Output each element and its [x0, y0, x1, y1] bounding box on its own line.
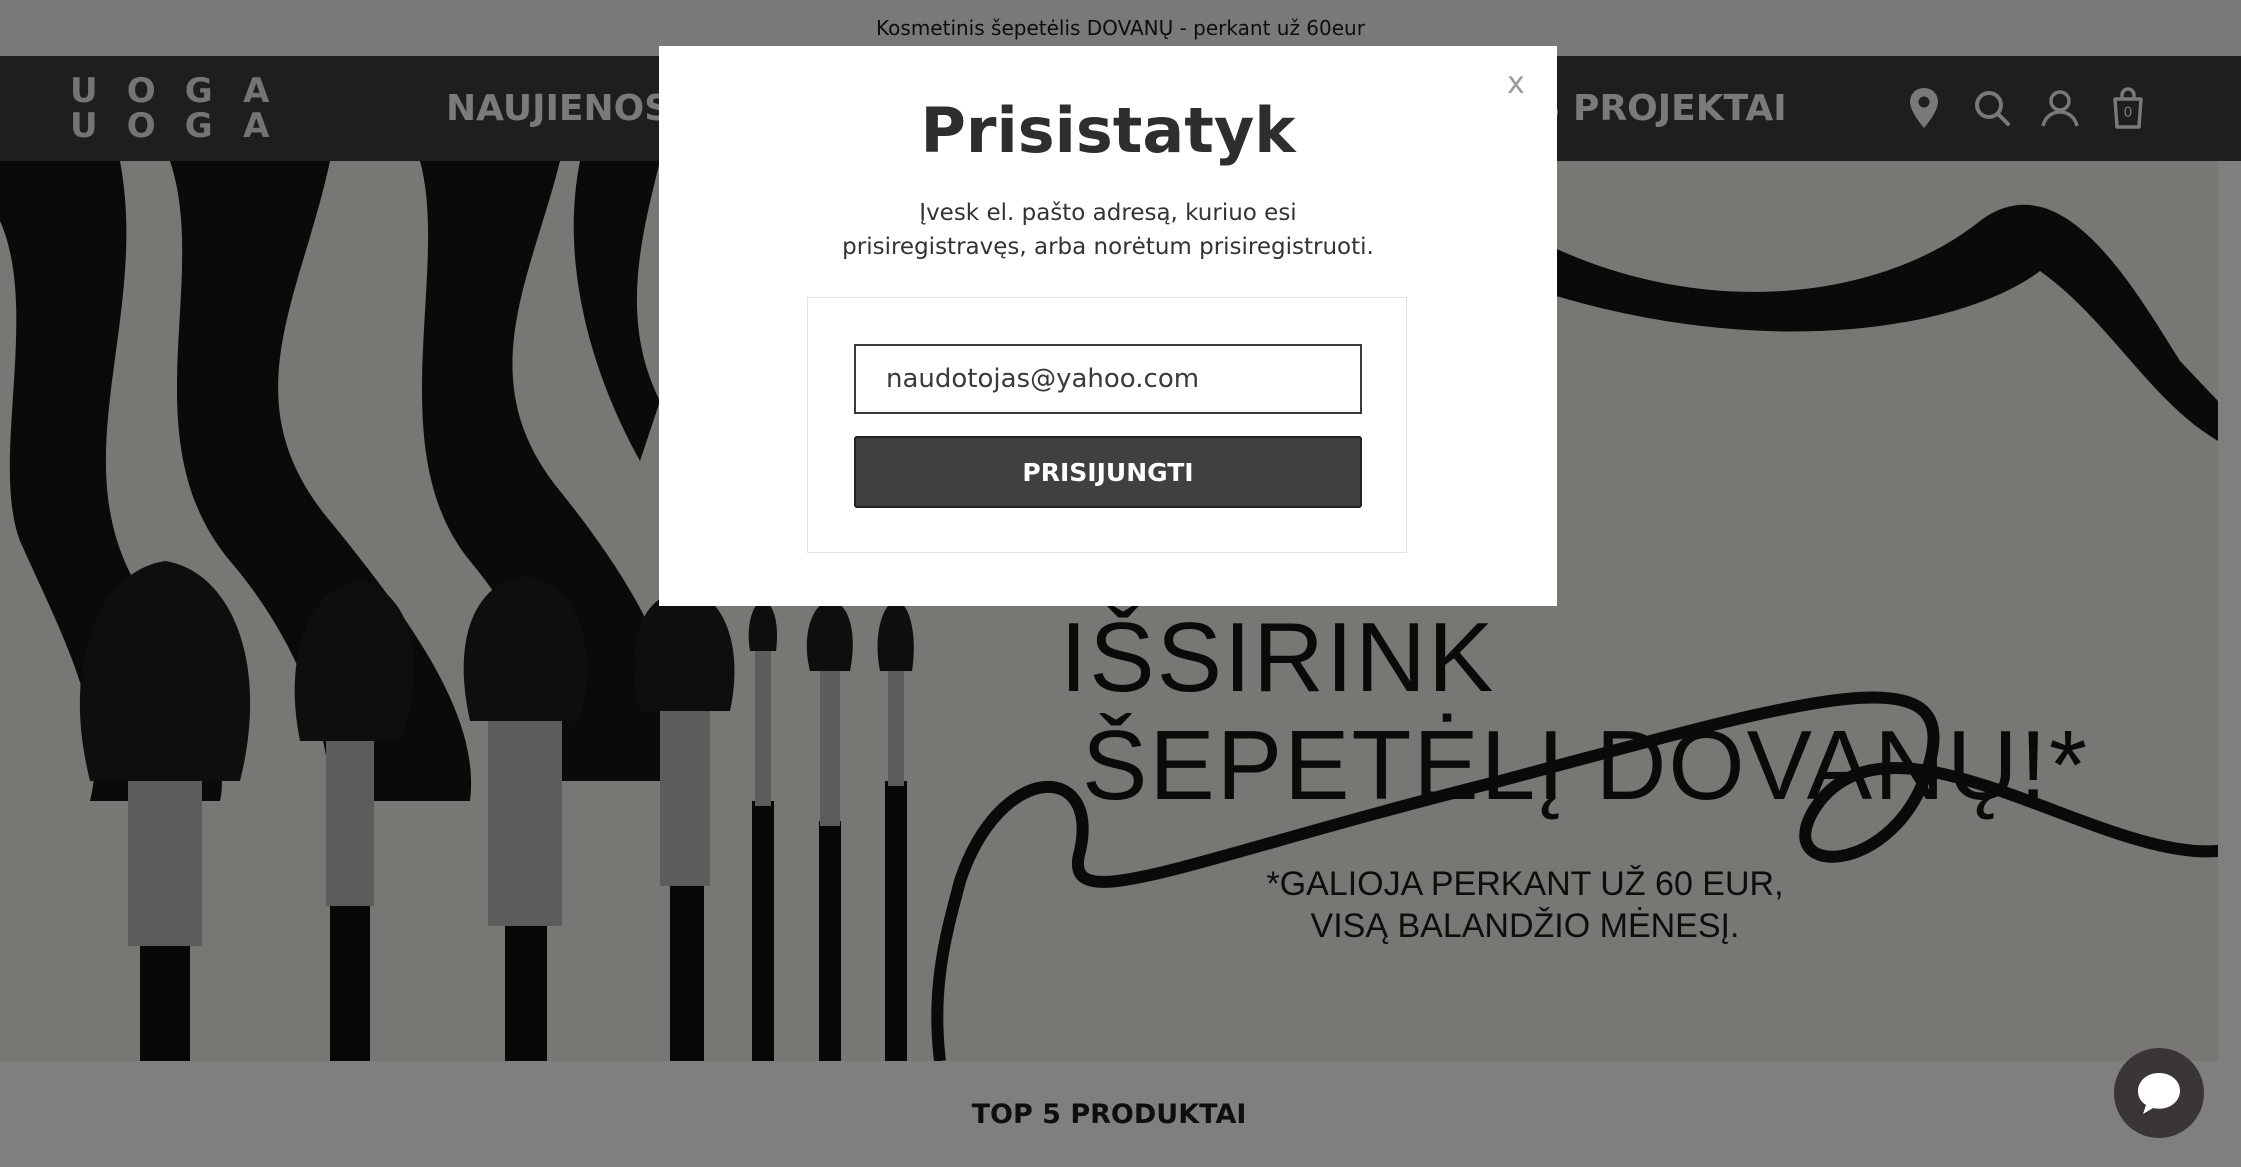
chat-button[interactable] — [2114, 1048, 2204, 1138]
modal-description: Įvesk el. pašto adresą, kuriuo esi prisi… — [842, 200, 1374, 260]
login-modal: x Prisistatyk Įvesk el. pašto adresą, ku… — [659, 46, 1557, 606]
login-button[interactable]: PRISIJUNGTI — [854, 436, 1362, 508]
email-field[interactable] — [854, 344, 1362, 414]
chat-bubble-icon — [2138, 1073, 2180, 1114]
login-form: PRISIJUNGTI — [807, 297, 1407, 553]
modal-title: Prisistatyk — [920, 94, 1296, 167]
